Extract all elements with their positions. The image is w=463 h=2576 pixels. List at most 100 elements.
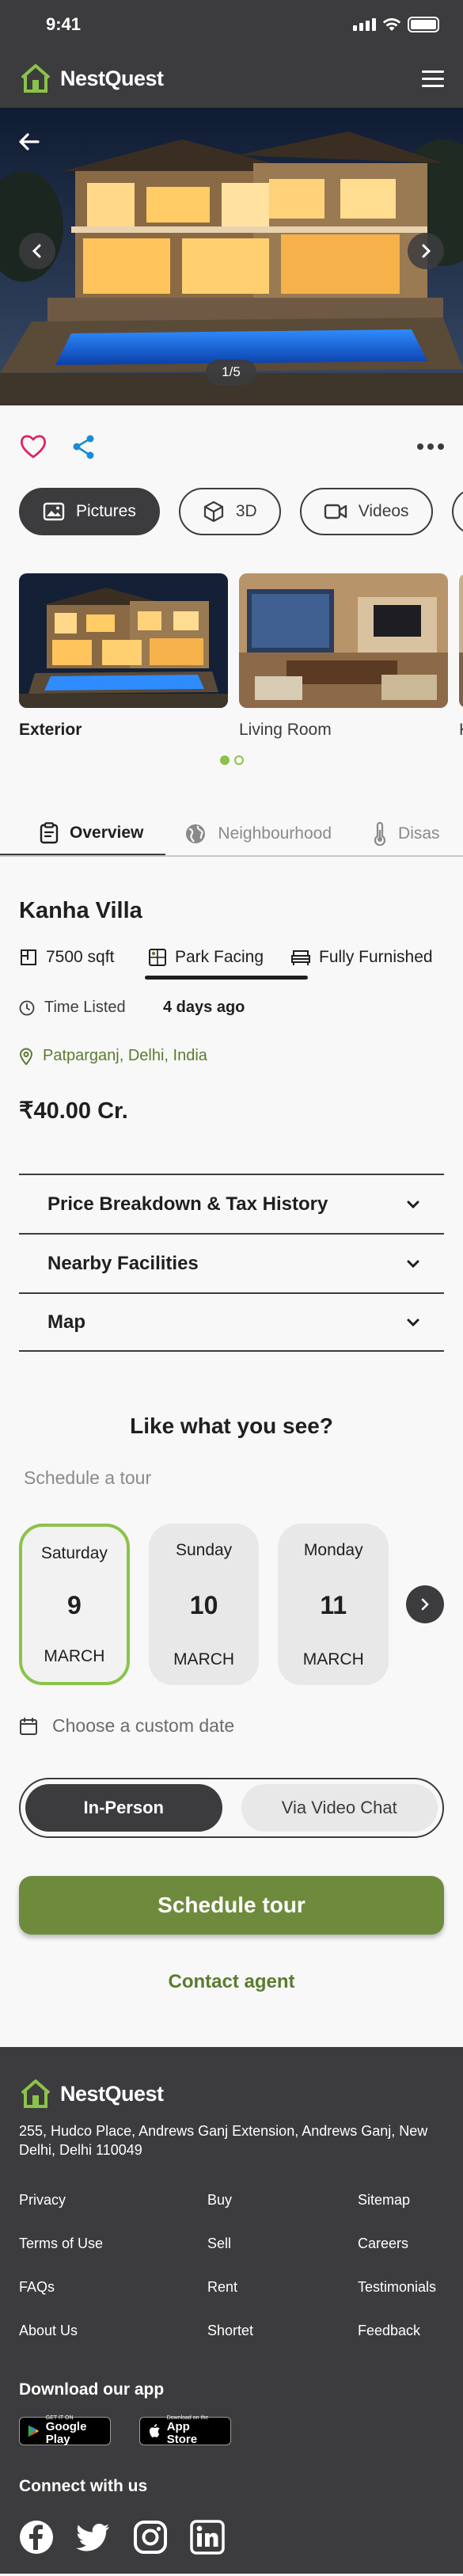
date-number: 10 xyxy=(189,1590,218,1619)
tab-videos-label: Videos xyxy=(358,502,409,520)
date-month: MARCH xyxy=(302,1650,364,1669)
house-logo-icon xyxy=(21,64,51,93)
top-bar: 9:41 NestQuest xyxy=(0,0,463,108)
google-play-badge[interactable]: GET IT ON Google Play xyxy=(19,2415,111,2447)
footer-link-about[interactable]: About Us xyxy=(19,2323,207,2339)
footer-address: 255, Hudco Place, Andrews Ganj Extension… xyxy=(19,2123,428,2159)
footer-link-sitemap[interactable]: Sitemap xyxy=(358,2192,444,2209)
tab-videos[interactable]: Videos xyxy=(299,488,433,535)
next-dates-button[interactable] xyxy=(406,1585,445,1623)
image-counter: 1/5 xyxy=(206,360,256,385)
accordion-label: Nearby Facilities xyxy=(47,1252,199,1274)
gallery-card-living-room[interactable]: Living Room xyxy=(239,573,448,740)
schedule-tour-button[interactable]: Schedule tour xyxy=(19,1876,444,1935)
park-icon xyxy=(149,949,166,966)
footer-link-faqs[interactable]: FAQs xyxy=(19,2279,207,2296)
feature-list: 7500 sqft Park Facing Fully Furnished xyxy=(19,948,444,980)
twitter-icon[interactable] xyxy=(76,2520,111,2555)
accordion-map[interactable]: Map xyxy=(19,1292,444,1352)
custom-date-label: Choose a custom date xyxy=(52,1715,235,1736)
footer-link-testimonials[interactable]: Testimonials xyxy=(358,2279,444,2296)
accordion-nearby-facilities[interactable]: Nearby Facilities xyxy=(19,1233,444,1292)
calendar-icon xyxy=(20,1717,37,1735)
footer-brand[interactable]: NestQuest xyxy=(19,2079,444,2109)
footer-link-shortet[interactable]: Shortet xyxy=(207,2323,358,2339)
more-options-icon[interactable] xyxy=(417,443,444,450)
app-store-big-text: App Store xyxy=(166,2419,198,2447)
video-icon xyxy=(324,504,347,519)
signal-icon xyxy=(353,18,376,31)
property-name: Kanha Villa xyxy=(19,898,142,923)
feature-furnishing-label: Fully Furnished xyxy=(319,948,433,966)
tab-disaster[interactable]: Disas xyxy=(354,812,462,855)
footer-link-privacy[interactable]: Privacy xyxy=(19,2192,207,2209)
footer-link-sell[interactable]: Sell xyxy=(207,2235,358,2252)
footer-link-careers[interactable]: Careers xyxy=(358,2235,444,2252)
tab-overview[interactable]: Overview xyxy=(0,812,166,855)
footer-link-terms[interactable]: Terms of Use xyxy=(19,2235,207,2252)
date-day: Saturday xyxy=(40,1544,108,1562)
back-arrow-icon[interactable] xyxy=(16,128,43,155)
date-option[interactable]: Monday 11 MARCH xyxy=(278,1524,389,1685)
next-image-button[interactable] xyxy=(408,233,444,269)
tab-pictures[interactable]: Pictures xyxy=(19,488,160,535)
time-listed-label: Time Listed xyxy=(44,999,126,1016)
date-option-selected[interactable]: Saturday 9 MARCH xyxy=(19,1524,130,1685)
time-listed-value: 4 days ago xyxy=(163,999,245,1016)
hero-image[interactable]: 1/5 xyxy=(0,108,463,405)
tab-neighbourhood[interactable]: Neighbourhood xyxy=(165,812,354,855)
instagram-icon[interactable] xyxy=(133,2520,168,2555)
contact-agent-link[interactable]: Contact agent xyxy=(0,1971,463,1993)
mode-video-chat[interactable]: Via Video Chat xyxy=(241,1784,438,1832)
footer-link-buy[interactable]: Buy xyxy=(207,2192,358,2209)
gallery-card-kitchen[interactable]: K xyxy=(459,573,463,740)
status-bar: 9:41 xyxy=(0,0,463,49)
footer-link-rent[interactable]: Rent xyxy=(207,2279,358,2296)
footer: NestQuest 255, Hudco Place, Andrews Ganj… xyxy=(0,2047,463,2574)
custom-date-picker[interactable]: Choose a custom date xyxy=(19,1715,463,1737)
feature-area: 7500 sqft xyxy=(19,948,148,967)
thermometer-icon xyxy=(374,822,386,846)
accordion-price-breakdown[interactable]: Price Breakdown & Tax History xyxy=(19,1174,444,1233)
status-icons xyxy=(353,17,439,32)
prev-image-button[interactable] xyxy=(19,233,55,269)
tab-3d[interactable]: 3D xyxy=(178,488,281,535)
gallery-card-exterior[interactable]: Exterior xyxy=(19,573,228,740)
date-number: 9 xyxy=(66,1590,82,1619)
menu-icon[interactable] xyxy=(422,70,444,87)
brand-logo[interactable]: NestQuest xyxy=(19,63,164,93)
chevron-down-icon xyxy=(407,1200,419,1208)
google-play-icon xyxy=(28,2425,39,2437)
time-listed-row: Time Listed 4 days ago xyxy=(19,999,444,1017)
location-row[interactable]: Patparganj, Delhi, India xyxy=(19,1047,444,1065)
gallery-caption: Living Room xyxy=(239,721,332,739)
linkedin-icon[interactable] xyxy=(190,2519,225,2555)
feature-area-label: 7500 sqft xyxy=(46,948,115,966)
accordion-list: Price Breakdown & Tax History Nearby Fac… xyxy=(19,1174,444,1352)
chevron-right-icon xyxy=(421,1598,429,1611)
footer-link-feedback[interactable]: Feedback xyxy=(358,2323,444,2339)
heart-icon[interactable] xyxy=(19,434,47,459)
clipboard-icon xyxy=(40,822,59,844)
area-icon xyxy=(21,949,36,965)
gallery-thumb-exterior xyxy=(19,573,228,708)
page-dot[interactable] xyxy=(233,755,244,765)
date-month: MARCH xyxy=(173,1650,235,1669)
facebook-icon[interactable] xyxy=(19,2520,54,2555)
date-month: MARCH xyxy=(44,1647,105,1665)
app-store-badge[interactable]: Download on the App Store xyxy=(139,2415,231,2447)
accordion-label: Map xyxy=(47,1311,85,1333)
apple-icon xyxy=(149,2423,160,2437)
tab-more[interactable] xyxy=(451,488,463,535)
wifi-icon xyxy=(382,18,401,31)
google-play-big-text: Google Play xyxy=(45,2419,87,2447)
photo-gallery: Exterior Living Room K xyxy=(0,573,463,740)
share-icon[interactable] xyxy=(71,434,97,459)
tab-pictures-label: Pictures xyxy=(76,502,136,520)
page-dot-active[interactable] xyxy=(219,755,230,765)
chevron-down-icon xyxy=(407,1318,419,1326)
location-text: Patparganj, Delhi, India xyxy=(43,1047,207,1064)
image-icon xyxy=(43,502,65,521)
date-option[interactable]: Sunday 10 MARCH xyxy=(148,1524,260,1685)
mode-in-person[interactable]: In-Person xyxy=(25,1784,222,1832)
